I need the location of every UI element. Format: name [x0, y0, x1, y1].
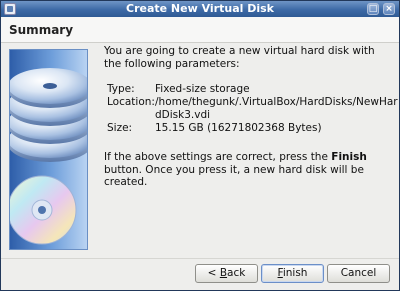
confirmation-note: If the above settings are correct, press…: [104, 151, 394, 189]
note-after: button. Once you press it, a new hard di…: [104, 163, 364, 189]
parameters-list: Type: Fixed-size storage Location: /home…: [104, 83, 398, 135]
back-prefix: <: [207, 267, 220, 279]
window-menu-icon[interactable]: [4, 3, 16, 15]
close-icon[interactable]: ×: [383, 3, 395, 15]
title-bar[interactable]: Create New Virtual Disk □ ×: [1, 1, 399, 17]
param-row-type: Type: Fixed-size storage: [104, 83, 394, 96]
param-key: Size:: [107, 122, 133, 134]
maximize-icon[interactable]: □: [367, 3, 379, 15]
disk-stack-illustration: [9, 49, 88, 250]
window-title: Create New Virtual Disk: [126, 2, 274, 15]
cancel-button[interactable]: Cancel: [327, 264, 390, 283]
param-row-size: Size: 15.15 GB (16271802368 Bytes): [104, 122, 394, 135]
finish-button[interactable]: Finish: [261, 264, 324, 283]
summary-content: You are going to create a new virtual ha…: [104, 45, 394, 71]
finish-rest: inish: [282, 267, 308, 279]
note-finish-emphasis: Finish: [331, 151, 367, 163]
note-before: If the above settings are correct, press…: [104, 151, 332, 163]
cancel-label: Cancel: [340, 267, 377, 279]
param-value: /home/thegunk/.VirtualBox/HardDisks/NewH…: [155, 96, 398, 121]
back-rest: ack: [227, 267, 246, 279]
disk-stack-icon: [10, 68, 87, 245]
param-key: Location:: [107, 96, 155, 108]
back-button[interactable]: < Back: [195, 264, 258, 283]
back-mnemonic: B: [219, 267, 228, 279]
wizard-header: Summary: [1, 17, 399, 43]
param-value: 15.15 GB (16271802368 Bytes): [155, 122, 322, 134]
create-disk-window: Create New Virtual Disk □ × Summary You …: [0, 0, 400, 291]
param-key: Type:: [107, 83, 135, 95]
button-separator: [1, 258, 399, 259]
intro-text: You are going to create a new virtual ha…: [104, 45, 375, 70]
page-title: Summary: [9, 23, 74, 37]
param-row-location: Location: /home/thegunk/.VirtualBox/Hard…: [104, 96, 398, 122]
param-value: Fixed-size storage: [155, 83, 250, 95]
